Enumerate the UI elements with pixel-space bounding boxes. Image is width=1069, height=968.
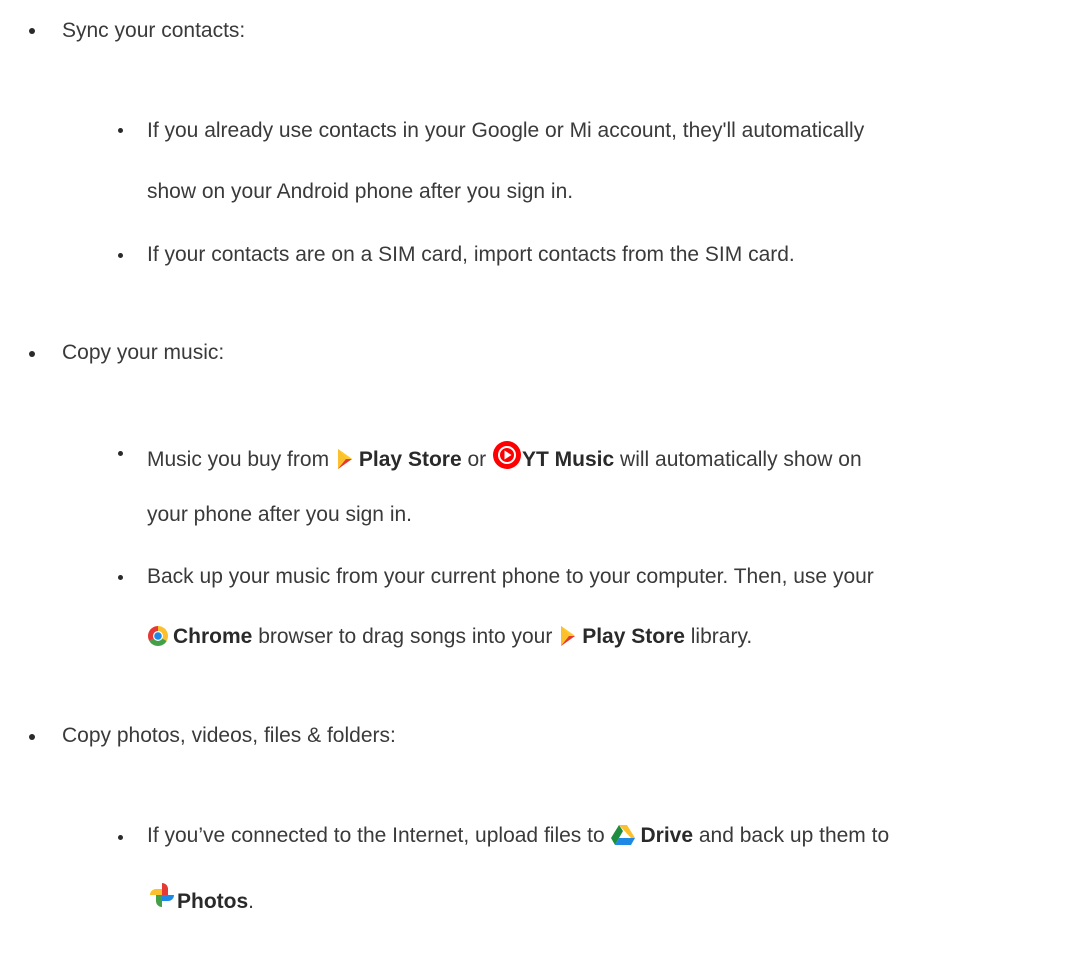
play-store-label: Play Store	[358, 448, 462, 471]
music-item-1-line1: Music you buy from Play Store or YT Musi…	[147, 440, 862, 477]
yt-music-label: YT Music	[522, 448, 615, 471]
files-item-1-line2: Photos.	[147, 880, 254, 917]
music-item-1-line2: your phone after you sign in.	[147, 503, 413, 526]
bullet	[29, 28, 35, 34]
contacts-item-2-line1: If your contacts are on a SIM card, impo…	[147, 243, 795, 266]
drive-label: Drive	[640, 824, 694, 847]
chrome-label: Chrome	[173, 625, 253, 648]
contacts-item-1-line1: If you already use contacts in your Goog…	[147, 119, 865, 142]
bullet	[118, 835, 123, 840]
music-item-2-text-mid: browser to drag songs into your	[258, 625, 553, 648]
photos-icon	[147, 880, 177, 917]
bullet	[118, 253, 123, 258]
section-heading-contacts: Sync your contacts:	[62, 19, 246, 42]
bullet	[118, 128, 123, 133]
yt-music-icon	[492, 440, 522, 477]
contacts-item-1-line2: show on your Android phone after you sig…	[147, 180, 574, 203]
music-item-1-text-mid: or	[467, 448, 487, 471]
play-store-icon	[558, 625, 578, 654]
music-item-2-text-post: library.	[690, 625, 753, 648]
bullet	[118, 575, 123, 580]
bullet	[118, 451, 123, 456]
music-item-2-line2: Chrome browser to drag songs into your P…	[147, 624, 752, 654]
files-item-1-line1: If you’ve connected to the Internet, upl…	[147, 823, 889, 853]
drive-icon	[610, 824, 636, 853]
music-item-1-text-post: will automatically show on	[620, 448, 862, 471]
bullet	[29, 351, 35, 357]
photos-label: Photos	[177, 890, 249, 913]
section-heading-music: Copy your music:	[62, 341, 225, 364]
music-item-2-line1: Back up your music from your current pho…	[147, 565, 874, 588]
section-heading-files: Copy photos, videos, files & folders:	[62, 724, 396, 747]
files-item-1-text-post: and back up them to	[698, 824, 890, 847]
files-item-1-period: .	[248, 890, 255, 913]
chrome-icon	[147, 625, 169, 654]
play-store-label: Play Store	[582, 625, 685, 648]
music-item-1-text-pre: Music you buy from	[147, 448, 330, 471]
bullet	[29, 734, 35, 740]
files-item-1-text-pre: If you’ve connected to the Internet, upl…	[147, 824, 605, 847]
play-store-icon	[335, 448, 355, 477]
